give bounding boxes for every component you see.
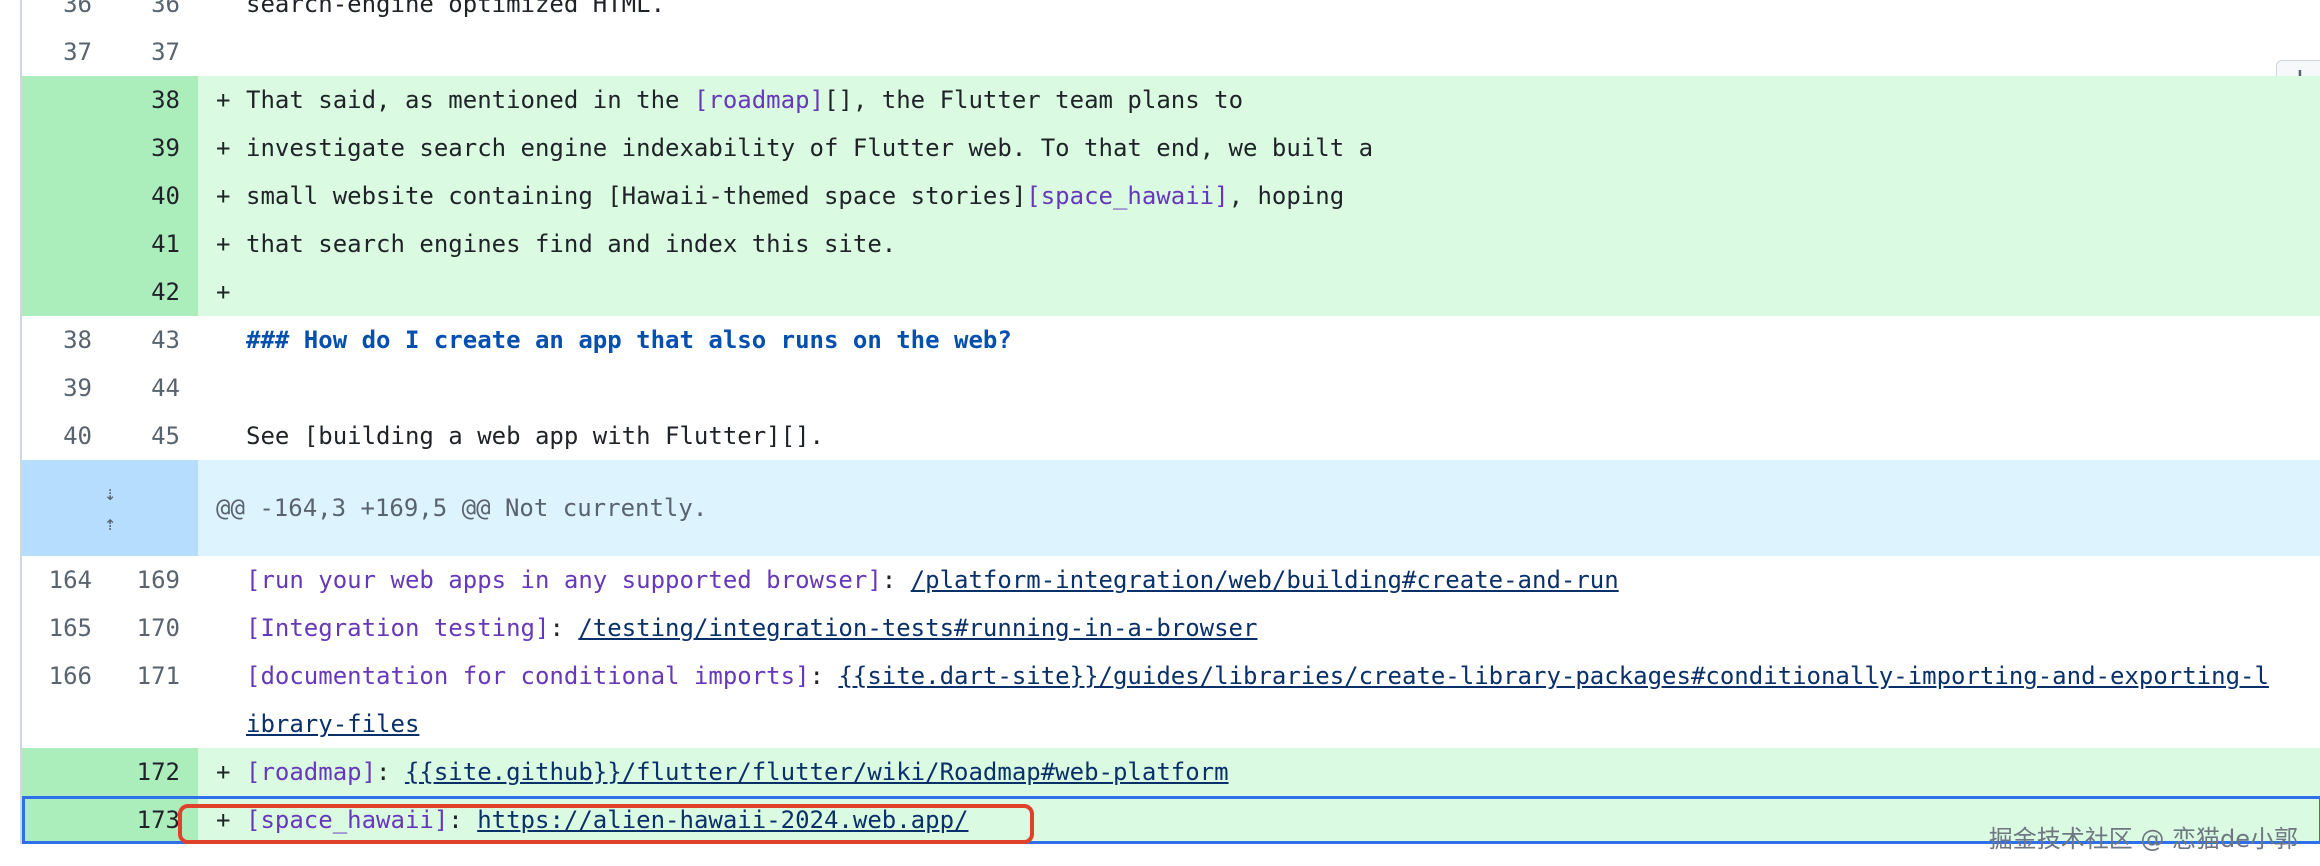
new-line-number[interactable]: 39: [110, 124, 198, 172]
diff-line: 166 171 [documentation for conditional i…: [22, 652, 2320, 748]
link-url[interactable]: /testing/integration-tests#running-in-a-…: [578, 614, 1257, 642]
new-line-number[interactable]: 37: [110, 28, 198, 76]
new-line-number[interactable]: 170: [110, 604, 198, 652]
link-label: [roadmap]: [246, 758, 377, 786]
hunk-header: ⇣ ⇡ @@ -164,3 +169,5 @@ Not currently.: [22, 460, 2320, 556]
link-label: [Integration testing]: [246, 614, 550, 642]
new-line-number[interactable]: 40: [110, 172, 198, 220]
link-label: [roadmap]: [693, 86, 824, 114]
new-line-number[interactable]: 41: [110, 220, 198, 268]
link-url[interactable]: /platform-integration/web/building#creat…: [911, 566, 1619, 594]
line-content: [run your web apps in any supported brow…: [246, 566, 1619, 594]
old-line-number[interactable]: 36: [22, 0, 110, 28]
new-line-number[interactable]: 169: [110, 556, 198, 604]
old-line-number[interactable]: 37: [22, 28, 110, 76]
old-line-number[interactable]: 39: [22, 364, 110, 412]
old-line-number[interactable]: 164: [22, 556, 110, 604]
line-content: + that search engines find and index this…: [198, 220, 2320, 268]
old-line-number: [22, 76, 110, 124]
old-line-number: [22, 124, 110, 172]
diff-line-added: 172 + [roadmap]: {{site.github}}/flutter/…: [22, 748, 2320, 796]
new-line-number[interactable]: 36: [110, 0, 198, 28]
link-url[interactable]: {{site.github}}/flutter/flutter/wiki/Roa…: [405, 758, 1229, 786]
new-line-number[interactable]: 172: [110, 748, 198, 796]
expand-controls: ⇣ ⇡: [22, 460, 198, 556]
diff-line-added: 39 + investigate search engine indexabili…: [22, 124, 2320, 172]
old-line-number[interactable]: 38: [22, 316, 110, 364]
expand-down-icon[interactable]: ⇣: [104, 483, 116, 503]
new-line-number[interactable]: 42: [110, 268, 198, 316]
line-content: [documentation for conditional imports]:…: [246, 662, 2269, 738]
link-label: [run your web apps in any supported brow…: [246, 566, 882, 594]
line-content: + small website containing [Hawaii-themed…: [198, 172, 2320, 220]
new-line-number[interactable]: 43: [110, 316, 198, 364]
hunk-header-text: @@ -164,3 +169,5 @@ Not currently.: [198, 460, 2320, 556]
link-label: [space_hawaii]: [1026, 182, 1229, 210]
diff-line-added: 41 + that search engines find and index t…: [22, 220, 2320, 268]
new-line-number[interactable]: 38: [110, 76, 198, 124]
line-content: search-engine optimized HTML.: [246, 0, 666, 18]
new-line-number[interactable]: 44: [110, 364, 198, 412]
old-line-number: [22, 220, 110, 268]
old-line-number: [22, 172, 110, 220]
diff-line: 38 43 ### How do I create an app that al…: [22, 316, 2320, 364]
expand-up-icon[interactable]: ⇡: [104, 513, 116, 533]
old-line-number: [22, 748, 110, 796]
line-content: [198, 28, 2320, 76]
diff-line-added: 42 +: [22, 268, 2320, 316]
line-content: + investigate search engine indexability …: [198, 124, 2320, 172]
line-content: See [building a web app with Flutter][].: [246, 422, 824, 450]
diff-line: 37 37 +: [22, 28, 2320, 102]
diff-line: 39 44: [22, 364, 2320, 412]
old-line-number: [22, 268, 110, 316]
diff-view: 36 36 search-engine optimized HTML. 37 3…: [20, 0, 2320, 844]
line-content: [198, 364, 2320, 412]
old-line-number[interactable]: 40: [22, 412, 110, 460]
diff-line: 165 170 [Integration testing]: /testing/…: [22, 604, 2320, 652]
line-content: + [roadmap]: {{site.github}}/flutter/flut…: [198, 748, 2320, 796]
link-label: [documentation for conditional imports]: [246, 662, 810, 690]
diff-line: 164 169 [run your web apps in any suppor…: [22, 556, 2320, 604]
annotation-highlight-box: [178, 804, 1034, 844]
line-content: [Integration testing]: /testing/integrat…: [246, 614, 1258, 642]
markdown-heading: ### How do I create an app that also run…: [246, 326, 1012, 354]
diff-line-added: 38 + That said, as mentioned in the [road…: [22, 76, 2320, 124]
old-line-number[interactable]: 165: [22, 604, 110, 652]
old-line-number: [22, 796, 110, 844]
line-content: + That said, as mentioned in the [roadmap…: [198, 76, 2320, 124]
new-line-number[interactable]: 171: [110, 652, 198, 748]
diff-line: 40 45 See [building a web app with Flutt…: [22, 412, 2320, 460]
line-content: +: [198, 268, 2320, 316]
line-content: ### How do I create an app that also run…: [198, 316, 2320, 364]
new-line-number[interactable]: 45: [110, 412, 198, 460]
old-line-number[interactable]: 166: [22, 652, 110, 748]
watermark: 掘金技术社区 @ 恋猫de小郭: [1988, 825, 2298, 853]
diff-line-added: 40 + small website containing [Hawaii-the…: [22, 172, 2320, 220]
diff-line: 36 36 search-engine optimized HTML.: [22, 0, 2320, 28]
